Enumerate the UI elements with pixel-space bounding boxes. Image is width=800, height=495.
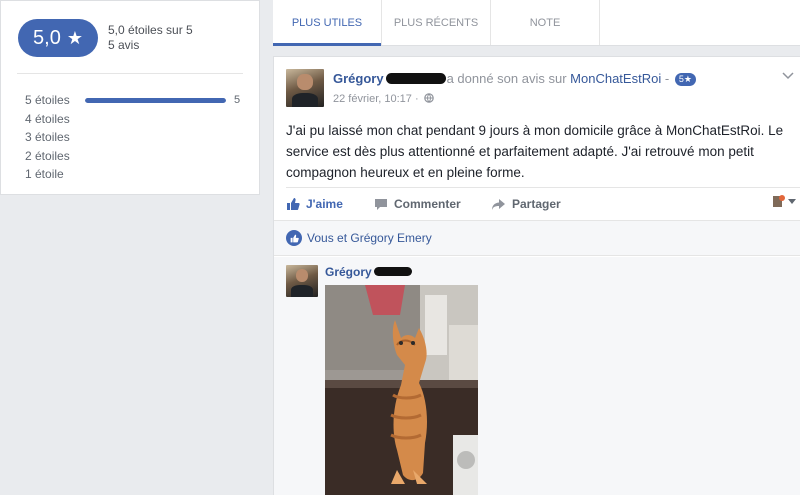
distribution-row-2[interactable]: 2 étoiles bbox=[25, 147, 247, 166]
share-button[interactable]: Partager bbox=[491, 197, 691, 211]
review-text: J'ai pu laissé mon chat pendant 9 jours … bbox=[286, 123, 784, 180]
distribution-label: 2 étoiles bbox=[25, 148, 70, 163]
post-header: Grégory a donné son avis sur MonChatEstRo… bbox=[333, 71, 696, 87]
comment-icon bbox=[375, 198, 387, 210]
author-avatar[interactable] bbox=[286, 69, 324, 107]
rating-summary-card: 5,0 ★ 5,0 étoiles sur 5 5 avis 5 étoiles… bbox=[0, 0, 260, 195]
redaction-mark bbox=[385, 73, 446, 85]
review-tabs: PLUS UTILES PLUS RÉCENTS NOTE bbox=[273, 0, 800, 46]
distribution-row-1[interactable]: 1 étoile bbox=[25, 165, 247, 184]
rating-out-of: 5,0 étoiles sur 5 bbox=[108, 23, 193, 37]
comment-header: Grégory bbox=[325, 265, 413, 279]
like-label: J'aime bbox=[306, 197, 343, 211]
distribution-bar-fill bbox=[85, 97, 226, 103]
divider bbox=[286, 187, 800, 188]
distribution-count: 5 bbox=[234, 94, 241, 107]
share-icon bbox=[492, 198, 505, 210]
tab-most-useful[interactable]: PLUS UTILES bbox=[273, 0, 382, 46]
distribution-label: 1 étoile bbox=[25, 167, 64, 182]
thumbs-up-icon bbox=[287, 198, 300, 210]
distribution-bar bbox=[85, 172, 226, 177]
comment-section: Grégory bbox=[274, 257, 800, 495]
tab-rating[interactable]: NOTE bbox=[491, 0, 600, 45]
page-link[interactable]: MonChatEstRoi bbox=[570, 71, 661, 86]
redaction-mark bbox=[373, 267, 412, 277]
distribution-label: 5 étoiles bbox=[25, 93, 70, 108]
rating-summary-text: 5,0 étoiles sur 5 5 avis bbox=[108, 23, 193, 53]
caret-down-icon bbox=[788, 198, 796, 204]
distribution-label: 3 étoiles bbox=[25, 130, 70, 145]
star-icon: ★ bbox=[66, 27, 83, 48]
distribution-bar bbox=[85, 97, 226, 103]
share-label: Partager bbox=[512, 197, 561, 211]
like-button[interactable]: J'aime bbox=[286, 197, 374, 211]
rating-score-badge: 5,0 ★ bbox=[18, 19, 98, 57]
commenter-name[interactable]: Grégory bbox=[325, 265, 372, 279]
cat-photo-illustration bbox=[325, 285, 478, 495]
comment-label: Commenter bbox=[394, 197, 461, 211]
timestamp-text: 22 février, 10:17 · bbox=[333, 93, 419, 105]
review-count: 5 avis bbox=[108, 38, 140, 52]
like-reaction-icon bbox=[286, 230, 302, 246]
author-name[interactable]: Grégory bbox=[333, 71, 384, 86]
rating-distribution: 5 étoiles 5 4 étoiles 3 étoiles 2 étoile… bbox=[25, 91, 247, 184]
commenter-avatar[interactable] bbox=[286, 265, 318, 297]
distribution-row-4[interactable]: 4 étoiles bbox=[25, 110, 247, 129]
comment-button[interactable]: Commenter bbox=[374, 197, 491, 211]
post-action-text: a donné son avis sur bbox=[446, 71, 567, 86]
likes-text: Vous et Grégory Emery bbox=[307, 231, 432, 245]
tab-most-recent[interactable]: PLUS RÉCENTS bbox=[382, 0, 491, 45]
chevron-down-icon[interactable] bbox=[782, 69, 794, 83]
post-actions: J'aime Commenter Partager bbox=[274, 189, 800, 219]
distribution-row-3[interactable]: 3 étoiles bbox=[25, 128, 247, 147]
divider bbox=[17, 73, 243, 74]
distribution-bar bbox=[85, 153, 226, 158]
distribution-bar bbox=[85, 116, 226, 121]
comment-photo[interactable] bbox=[325, 285, 478, 495]
header-separator: - bbox=[664, 71, 670, 86]
distribution-bar bbox=[85, 135, 226, 140]
post-timestamp[interactable]: 22 février, 10:17 · bbox=[333, 93, 434, 105]
likes-summary[interactable]: Vous et Grégory Emery bbox=[274, 220, 800, 256]
profile-icon bbox=[773, 195, 785, 207]
audience-selector[interactable] bbox=[772, 194, 796, 208]
rating-score: 5,0 bbox=[33, 26, 61, 49]
distribution-label: 4 étoiles bbox=[25, 111, 70, 126]
rating-badge: 5★ bbox=[674, 73, 696, 87]
globe-icon bbox=[423, 93, 434, 103]
distribution-row-5[interactable]: 5 étoiles 5 bbox=[25, 91, 247, 110]
review-post: Grégory a donné son avis sur MonChatEstRo… bbox=[273, 56, 800, 495]
